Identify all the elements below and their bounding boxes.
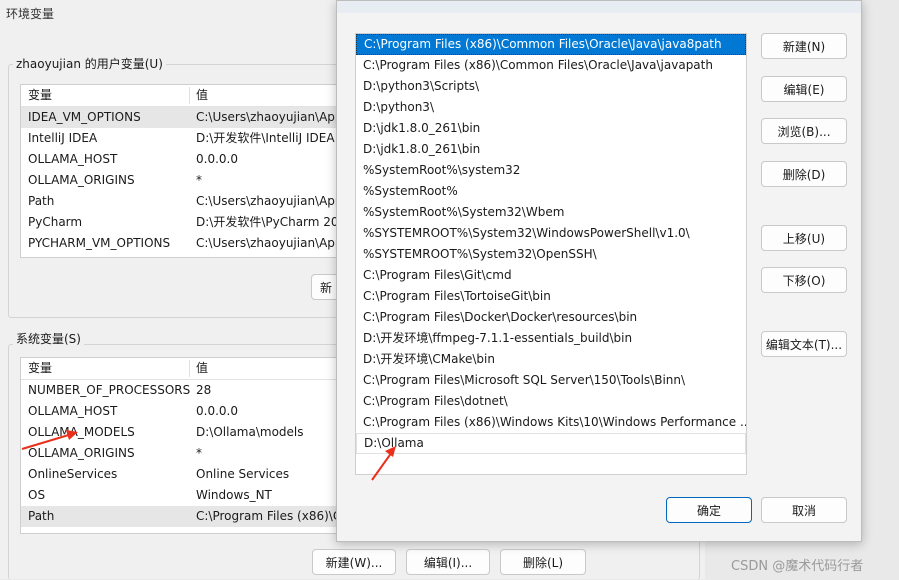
path-entry[interactable]: C:\Program Files\TortoiseGit\bin bbox=[356, 286, 746, 307]
path-entry[interactable]: %SYSTEMROOT%\System32\OpenSSH\ bbox=[356, 244, 746, 265]
path-entry[interactable]: C:\Program Files\Docker\Docker\resources… bbox=[356, 307, 746, 328]
column-header-value[interactable]: 值 bbox=[196, 358, 208, 379]
table-row[interactable]: OLLAMA_ORIGINS * bbox=[21, 170, 343, 191]
column-header-variable[interactable]: 变量 bbox=[28, 85, 52, 106]
path-entry[interactable]: D:\开发环境\CMake\bin bbox=[356, 349, 746, 370]
path-entry[interactable]: D:\python3\Scripts\ bbox=[356, 76, 746, 97]
delete-entry-button[interactable]: 删除(D) bbox=[761, 161, 847, 187]
user-variables-label: zhaoyujian 的用户变量(U) bbox=[13, 55, 166, 72]
list-header: 变量 值 bbox=[21, 85, 343, 107]
table-row[interactable]: OS Windows_NT bbox=[21, 485, 343, 506]
table-row[interactable]: NUMBER_OF_PROCESSORS 28 bbox=[21, 380, 343, 401]
window-title: 环境变量 bbox=[6, 7, 55, 21]
path-entry[interactable]: C:\Program Files (x86)\Common Files\Orac… bbox=[356, 34, 746, 55]
list-header: 变量 值 bbox=[21, 358, 343, 380]
edit-path-dialog: C:\Program Files (x86)\Common Files\Orac… bbox=[336, 0, 862, 542]
table-row[interactable]: OLLAMA_HOST 0.0.0.0 bbox=[21, 149, 343, 170]
ok-button[interactable]: 确定 bbox=[666, 497, 752, 523]
path-entry[interactable]: D:\开发环境\ffmpeg-7.1.1-essentials_build\bi… bbox=[356, 328, 746, 349]
new-entry-button[interactable]: 新建(N) bbox=[761, 33, 847, 59]
move-up-button[interactable]: 上移(U) bbox=[761, 225, 847, 251]
system-variables-list[interactable]: 变量 值 NUMBER_OF_PROCESSORS 28 OLLAMA_HOST 0… bbox=[20, 357, 344, 534]
path-entry[interactable]: C:\Program Files\dotnet\ bbox=[356, 391, 746, 412]
path-entry[interactable]: D:\python3\ bbox=[356, 97, 746, 118]
table-row[interactable]: IntelliJ IDEA D:\开发软件\IntelliJ IDEA bbox=[21, 128, 343, 149]
system-edit-button[interactable]: 编辑(I)... bbox=[406, 549, 490, 575]
table-row[interactable]: OLLAMA_ORIGINS * bbox=[21, 443, 343, 464]
table-row[interactable]: OnlineServices Online Services bbox=[21, 464, 343, 485]
path-entry[interactable]: C:\Program Files\Git\cmd bbox=[356, 265, 746, 286]
path-entry[interactable]: C:\Program Files (x86)\Windows Kits\10\W… bbox=[356, 412, 746, 433]
column-header-value[interactable]: 值 bbox=[196, 85, 208, 106]
path-entry[interactable]: C:\Program Files (x86)\Common Files\Orac… bbox=[356, 55, 746, 76]
cancel-button[interactable]: 取消 bbox=[761, 497, 847, 523]
dialog-titlebar[interactable] bbox=[337, 1, 861, 13]
table-row[interactable]: OLLAMA_HOST 0.0.0.0 bbox=[21, 401, 343, 422]
path-entry[interactable]: %SYSTEMROOT%\System32\WindowsPowerShell\… bbox=[356, 223, 746, 244]
column-header-variable[interactable]: 变量 bbox=[28, 358, 52, 379]
path-entry[interactable]: C:\Program Files\Microsoft SQL Server\15… bbox=[356, 370, 746, 391]
path-entry[interactable]: D:\jdk1.8.0_261\bin bbox=[356, 118, 746, 139]
user-variables-list[interactable]: 变量 值 IDEA_VM_OPTIONS C:\Users\zhaoyujian\… bbox=[20, 84, 344, 258]
move-down-button[interactable]: 下移(O) bbox=[761, 267, 847, 293]
table-row[interactable]: IDEA_VM_OPTIONS C:\Users\zhaoyujian\App bbox=[21, 107, 343, 128]
system-delete-button[interactable]: 删除(L) bbox=[500, 549, 586, 575]
system-variables-label: 系统变量(S) bbox=[13, 330, 84, 347]
edit-text-button[interactable]: 编辑文本(T)... bbox=[761, 331, 847, 357]
path-entry[interactable]: %SystemRoot%\System32\Wbem bbox=[356, 202, 746, 223]
table-row[interactable]: PyCharm D:\开发软件\PyCharm 20 bbox=[21, 212, 343, 233]
system-new-button[interactable]: 新建(W)... bbox=[312, 549, 396, 575]
path-entry[interactable]: %SystemRoot% bbox=[356, 181, 746, 202]
table-row[interactable]: OLLAMA_MODELS D:\Ollama\models bbox=[21, 422, 343, 443]
path-entry[interactable]: %SystemRoot%\system32 bbox=[356, 160, 746, 181]
table-row[interactable]: PYCHARM_VM_OPTIONS C:\Users\zhaoyujian\Ap… bbox=[21, 233, 343, 254]
path-entry[interactable]: D:\Ollama bbox=[356, 433, 746, 454]
browse-button[interactable]: 浏览(B)... bbox=[761, 118, 847, 144]
path-entries-list[interactable]: C:\Program Files (x86)\Common Files\Orac… bbox=[355, 33, 747, 475]
table-row[interactable]: Path C:\Users\zhaoyujian\App bbox=[21, 191, 343, 212]
watermark: CSDN @魔术代码行者 bbox=[731, 559, 864, 574]
edit-entry-button[interactable]: 编辑(E) bbox=[761, 76, 847, 102]
table-row[interactable]: Path C:\Program Files (x86)\C bbox=[21, 506, 343, 527]
path-entry[interactable]: D:\jdk1.8.0_261\bin bbox=[356, 139, 746, 160]
